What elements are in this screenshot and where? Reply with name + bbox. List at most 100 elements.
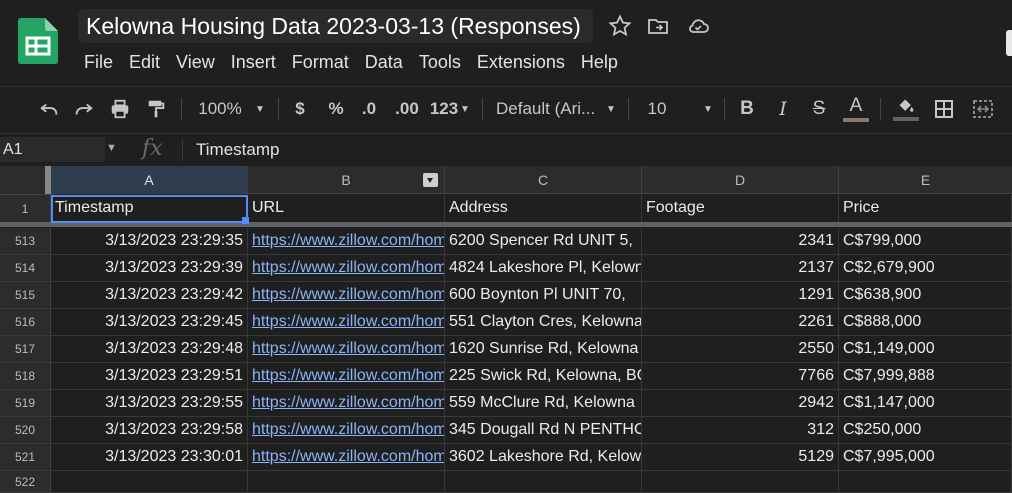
url-cell[interactable]: https://www.zillow.com/homedetails <box>248 255 445 282</box>
row-header[interactable]: 514 <box>0 255 51 282</box>
row-header[interactable]: 515 <box>0 282 51 309</box>
row-header[interactable]: 516 <box>0 309 51 336</box>
url-cell[interactable]: https://www.zillow.com/homedetails <box>248 309 445 336</box>
price-cell[interactable]: C$888,000 <box>839 309 1012 336</box>
filter-dropdown-icon[interactable] <box>423 173 438 187</box>
address-cell[interactable]: 6200 Spencer Rd UNIT 5, <box>445 228 642 255</box>
select-all-corner[interactable] <box>0 166 52 195</box>
menu-format[interactable]: Format <box>284 50 357 74</box>
zoom-chevron-down-icon[interactable]: ▼ <box>250 87 270 131</box>
empty-cell[interactable] <box>51 471 248 493</box>
table-header-cell[interactable]: Address <box>445 195 642 223</box>
price-cell[interactable]: C$799,000 <box>839 228 1012 255</box>
move-to-folder-icon[interactable] <box>646 14 670 38</box>
url-cell[interactable]: https://www.zillow.com/homedetails <box>248 444 445 471</box>
text-color-button[interactable]: A <box>842 87 870 131</box>
undo-icon[interactable] <box>34 87 64 131</box>
menu-edit[interactable]: Edit <box>121 50 168 74</box>
menu-tools[interactable]: Tools <box>411 50 469 74</box>
timestamp-cell[interactable]: 3/13/2023 23:29:45 <box>51 309 248 336</box>
row-header[interactable]: 519 <box>0 390 51 417</box>
address-cell[interactable]: 225 Swick Rd, Kelowna, BC <box>445 363 642 390</box>
footage-cell[interactable]: 2261 <box>642 309 839 336</box>
percent-format-button[interactable]: % <box>324 87 348 131</box>
timestamp-cell[interactable]: 3/13/2023 23:29:51 <box>51 363 248 390</box>
footage-cell[interactable]: 1291 <box>642 282 839 309</box>
name-box-chevron-down-icon[interactable]: ▼ <box>106 142 117 154</box>
font-family-chevron-down-icon[interactable]: ▼ <box>603 87 619 131</box>
empty-cell[interactable] <box>839 471 1012 493</box>
footage-cell[interactable]: 2137 <box>642 255 839 282</box>
account-button-edge[interactable] <box>1006 30 1012 56</box>
row-header[interactable]: 522 <box>0 471 51 493</box>
sheets-logo-icon[interactable] <box>18 18 58 64</box>
timestamp-cell[interactable]: 3/13/2023 23:29:42 <box>51 282 248 309</box>
price-cell[interactable]: C$2,679,900 <box>839 255 1012 282</box>
url-cell[interactable]: https://www.zillow.com/homedetails <box>248 417 445 444</box>
redo-icon[interactable] <box>69 87 99 131</box>
timestamp-cell[interactable]: 3/13/2023 23:29:39 <box>51 255 248 282</box>
url-cell[interactable]: https://www.zillow.com/homedetails <box>248 390 445 417</box>
menu-insert[interactable]: Insert <box>223 50 284 74</box>
star-icon[interactable] <box>608 14 632 38</box>
footage-cell[interactable]: 2942 <box>642 390 839 417</box>
address-cell[interactable]: 559 McClure Rd, Kelowna <box>445 390 642 417</box>
timestamp-cell[interactable]: 3/13/2023 23:29:35 <box>51 228 248 255</box>
fill-color-icon[interactable] <box>892 87 920 131</box>
price-cell[interactable]: C$1,149,000 <box>839 336 1012 363</box>
row-header[interactable]: 521 <box>0 444 51 471</box>
timestamp-cell[interactable]: 3/13/2023 23:30:01 <box>51 444 248 471</box>
footage-cell[interactable]: 312 <box>642 417 839 444</box>
name-box[interactable]: A1 <box>0 137 105 162</box>
decrease-decimal-button[interactable]: .0 <box>355 87 383 131</box>
price-cell[interactable]: C$7,995,000 <box>839 444 1012 471</box>
menu-data[interactable]: Data <box>357 50 411 74</box>
address-cell[interactable]: 600 Boynton Pl UNIT 70, <box>445 282 642 309</box>
price-cell[interactable]: C$1,147,000 <box>839 390 1012 417</box>
formula-input[interactable]: Timestamp <box>196 140 279 160</box>
url-cell[interactable]: https://www.zillow.com/homedetails <box>248 363 445 390</box>
paint-format-icon[interactable] <box>141 87 171 131</box>
cloud-saved-icon[interactable] <box>686 14 710 38</box>
footage-cell[interactable]: 2550 <box>642 336 839 363</box>
address-cell[interactable]: 4824 Lakeshore Pl, Kelowna <box>445 255 642 282</box>
more-formats-chevron-down-icon[interactable]: ▼ <box>458 87 472 131</box>
currency-format-button[interactable]: $ <box>289 87 311 131</box>
menu-file[interactable]: File <box>76 50 121 74</box>
document-title[interactable]: Kelowna Housing Data 2023-03-13 (Respons… <box>78 9 593 43</box>
row-header[interactable]: 517 <box>0 336 51 363</box>
column-header-e[interactable]: E <box>839 166 1012 194</box>
empty-cell[interactable] <box>642 471 839 493</box>
table-header-cell[interactable]: URL <box>248 195 445 223</box>
address-cell[interactable]: 1620 Sunrise Rd, Kelowna <box>445 336 642 363</box>
menu-view[interactable]: View <box>168 50 223 74</box>
footage-cell[interactable]: 7766 <box>642 363 839 390</box>
timestamp-cell[interactable]: 3/13/2023 23:29:48 <box>51 336 248 363</box>
zoom-select[interactable]: 100% <box>194 87 246 131</box>
empty-cell[interactable] <box>248 471 445 493</box>
font-size-chevron-down-icon[interactable]: ▼ <box>700 87 716 131</box>
footage-cell[interactable]: 2341 <box>642 228 839 255</box>
table-header-cell[interactable]: Price <box>839 195 1012 223</box>
url-cell[interactable]: https://www.zillow.com/homedetails <box>248 336 445 363</box>
row-header[interactable]: 513 <box>0 228 51 255</box>
more-formats-button[interactable]: 123 <box>428 87 460 131</box>
price-cell[interactable]: C$250,000 <box>839 417 1012 444</box>
row-header[interactable]: 518 <box>0 363 51 390</box>
address-cell[interactable]: 345 Dougall Rd N PENTHOUSE <box>445 417 642 444</box>
address-cell[interactable]: 551 Clayton Cres, Kelowna <box>445 309 642 336</box>
menu-help[interactable]: Help <box>573 50 626 74</box>
strikethrough-button[interactable]: S <box>808 87 830 131</box>
footage-cell[interactable]: 5129 <box>642 444 839 471</box>
price-cell[interactable]: C$7,999,888 <box>839 363 1012 390</box>
timestamp-cell[interactable]: 3/13/2023 23:29:55 <box>51 390 248 417</box>
timestamp-cell[interactable]: 3/13/2023 23:29:58 <box>51 417 248 444</box>
empty-cell[interactable] <box>445 471 642 493</box>
fill-handle[interactable] <box>242 217 249 224</box>
address-cell[interactable]: 3602 Lakeshore Rd, Kelowna <box>445 444 642 471</box>
column-header-b[interactable]: B <box>248 166 445 194</box>
table-header-cell[interactable]: Footage <box>642 195 839 223</box>
url-cell[interactable]: https://www.zillow.com/homedetails <box>248 228 445 255</box>
increase-decimal-button[interactable]: .00 <box>392 87 422 131</box>
merge-cells-icon[interactable] <box>968 87 998 131</box>
